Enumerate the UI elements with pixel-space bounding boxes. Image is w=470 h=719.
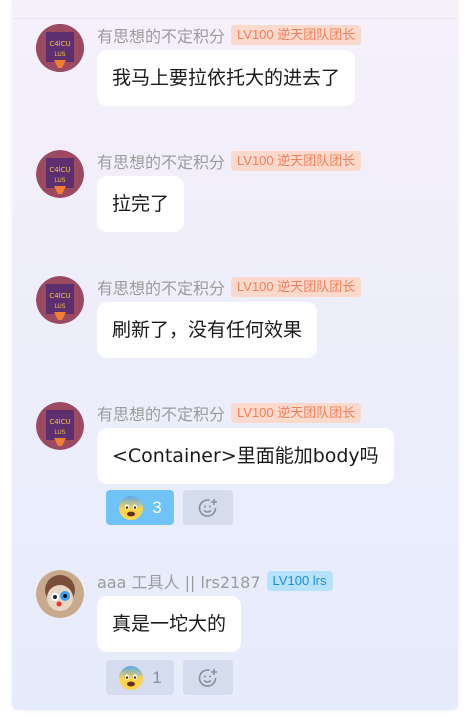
anxious-face-with-sweat-icon — [119, 495, 144, 520]
chat-message: C4lCU LUS 有思想的不定积分 LV100 逆天团队团长 拉完了 — [36, 150, 456, 234]
sender-name[interactable]: aaa 工具人 || lrs2187 — [97, 569, 261, 593]
user-avatar[interactable]: C4lCU LUS — [36, 402, 84, 450]
add-reaction-button[interactable] — [183, 490, 233, 525]
reaction-row: 3 — [106, 490, 233, 525]
level-badge: LV100 逆天团队团长 — [231, 151, 362, 171]
svg-text:C4lCU: C4lCU — [49, 166, 70, 174]
message-meta: 有思想的不定积分 LV100 逆天团队团长 — [97, 275, 362, 299]
message-bubble[interactable]: <Container>里面能加body吗 — [97, 428, 394, 484]
user-avatar[interactable]: C4lCU LUS — [36, 150, 84, 198]
message-meta: 有思想的不定积分 LV100 逆天团队团长 — [97, 23, 362, 47]
chat-message: C4lCU LUS 有思想的不定积分 LV100 逆天团队团长 刷新了，没有任何效… — [36, 276, 456, 360]
sender-name[interactable]: 有思想的不定积分 — [97, 23, 225, 47]
message-meta: 有思想的不定积分 LV100 逆天团队团长 — [97, 401, 362, 425]
smiley-plus-icon — [198, 668, 217, 687]
svg-text:C4lCU: C4lCU — [49, 292, 70, 300]
smiley-plus-icon — [198, 498, 217, 517]
user-avatar[interactable]: C4lCU LUS — [36, 24, 84, 72]
chat-message: C4lCU LUS 有思想的不定积分 LV100 逆天团队团长 <Containe… — [36, 402, 456, 530]
svg-text:C4lCU: C4lCU — [49, 418, 70, 426]
divider — [12, 18, 458, 19]
chat-message: aaa 工具人 || lrs2187 LV100 lrs 真是一坨大的 1 — [36, 570, 456, 698]
svg-text:LUS: LUS — [54, 51, 65, 58]
user-avatar[interactable] — [36, 570, 84, 618]
message-bubble[interactable]: 拉完了 — [97, 176, 185, 232]
sender-name[interactable]: 有思想的不定积分 — [97, 275, 225, 299]
reaction-count: 3 — [152, 497, 162, 517]
message-bubble[interactable]: 真是一坨大的 — [97, 596, 242, 652]
sender-name[interactable]: 有思想的不定积分 — [97, 401, 225, 425]
message-meta: 有思想的不定积分 LV100 逆天团队团长 — [97, 149, 362, 173]
reaction-row: 1 — [106, 660, 233, 695]
svg-text:LUS: LUS — [54, 429, 65, 436]
svg-text:LUS: LUS — [54, 177, 65, 184]
svg-text:LUS: LUS — [54, 303, 65, 310]
level-badge: LV100 逆天团队团长 — [231, 403, 362, 423]
chat-message: C4lCU LUS 有思想的不定积分 LV100 逆天团队团长 我马上要拉依托大的… — [36, 24, 456, 108]
user-avatar[interactable]: C4lCU LUS — [36, 276, 84, 324]
svg-text:C4lCU: C4lCU — [49, 40, 70, 48]
level-badge: LV100 逆天团队团长 — [231, 25, 362, 45]
sender-name[interactable]: 有思想的不定积分 — [97, 149, 225, 173]
message-meta: aaa 工具人 || lrs2187 LV100 lrs — [97, 570, 333, 592]
message-bubble[interactable]: 刷新了，没有任何效果 — [97, 302, 318, 358]
add-reaction-button[interactable] — [183, 660, 233, 695]
anxious-face-with-sweat-icon — [119, 665, 144, 690]
reaction-count: 1 — [152, 667, 162, 687]
reaction-button[interactable]: 1 — [106, 660, 174, 695]
level-badge: LV100 逆天团队团长 — [231, 277, 362, 297]
reaction-button[interactable]: 3 — [106, 490, 174, 525]
level-badge: LV100 lrs — [266, 571, 333, 591]
message-bubble[interactable]: 我马上要拉依托大的进去了 — [97, 50, 356, 106]
